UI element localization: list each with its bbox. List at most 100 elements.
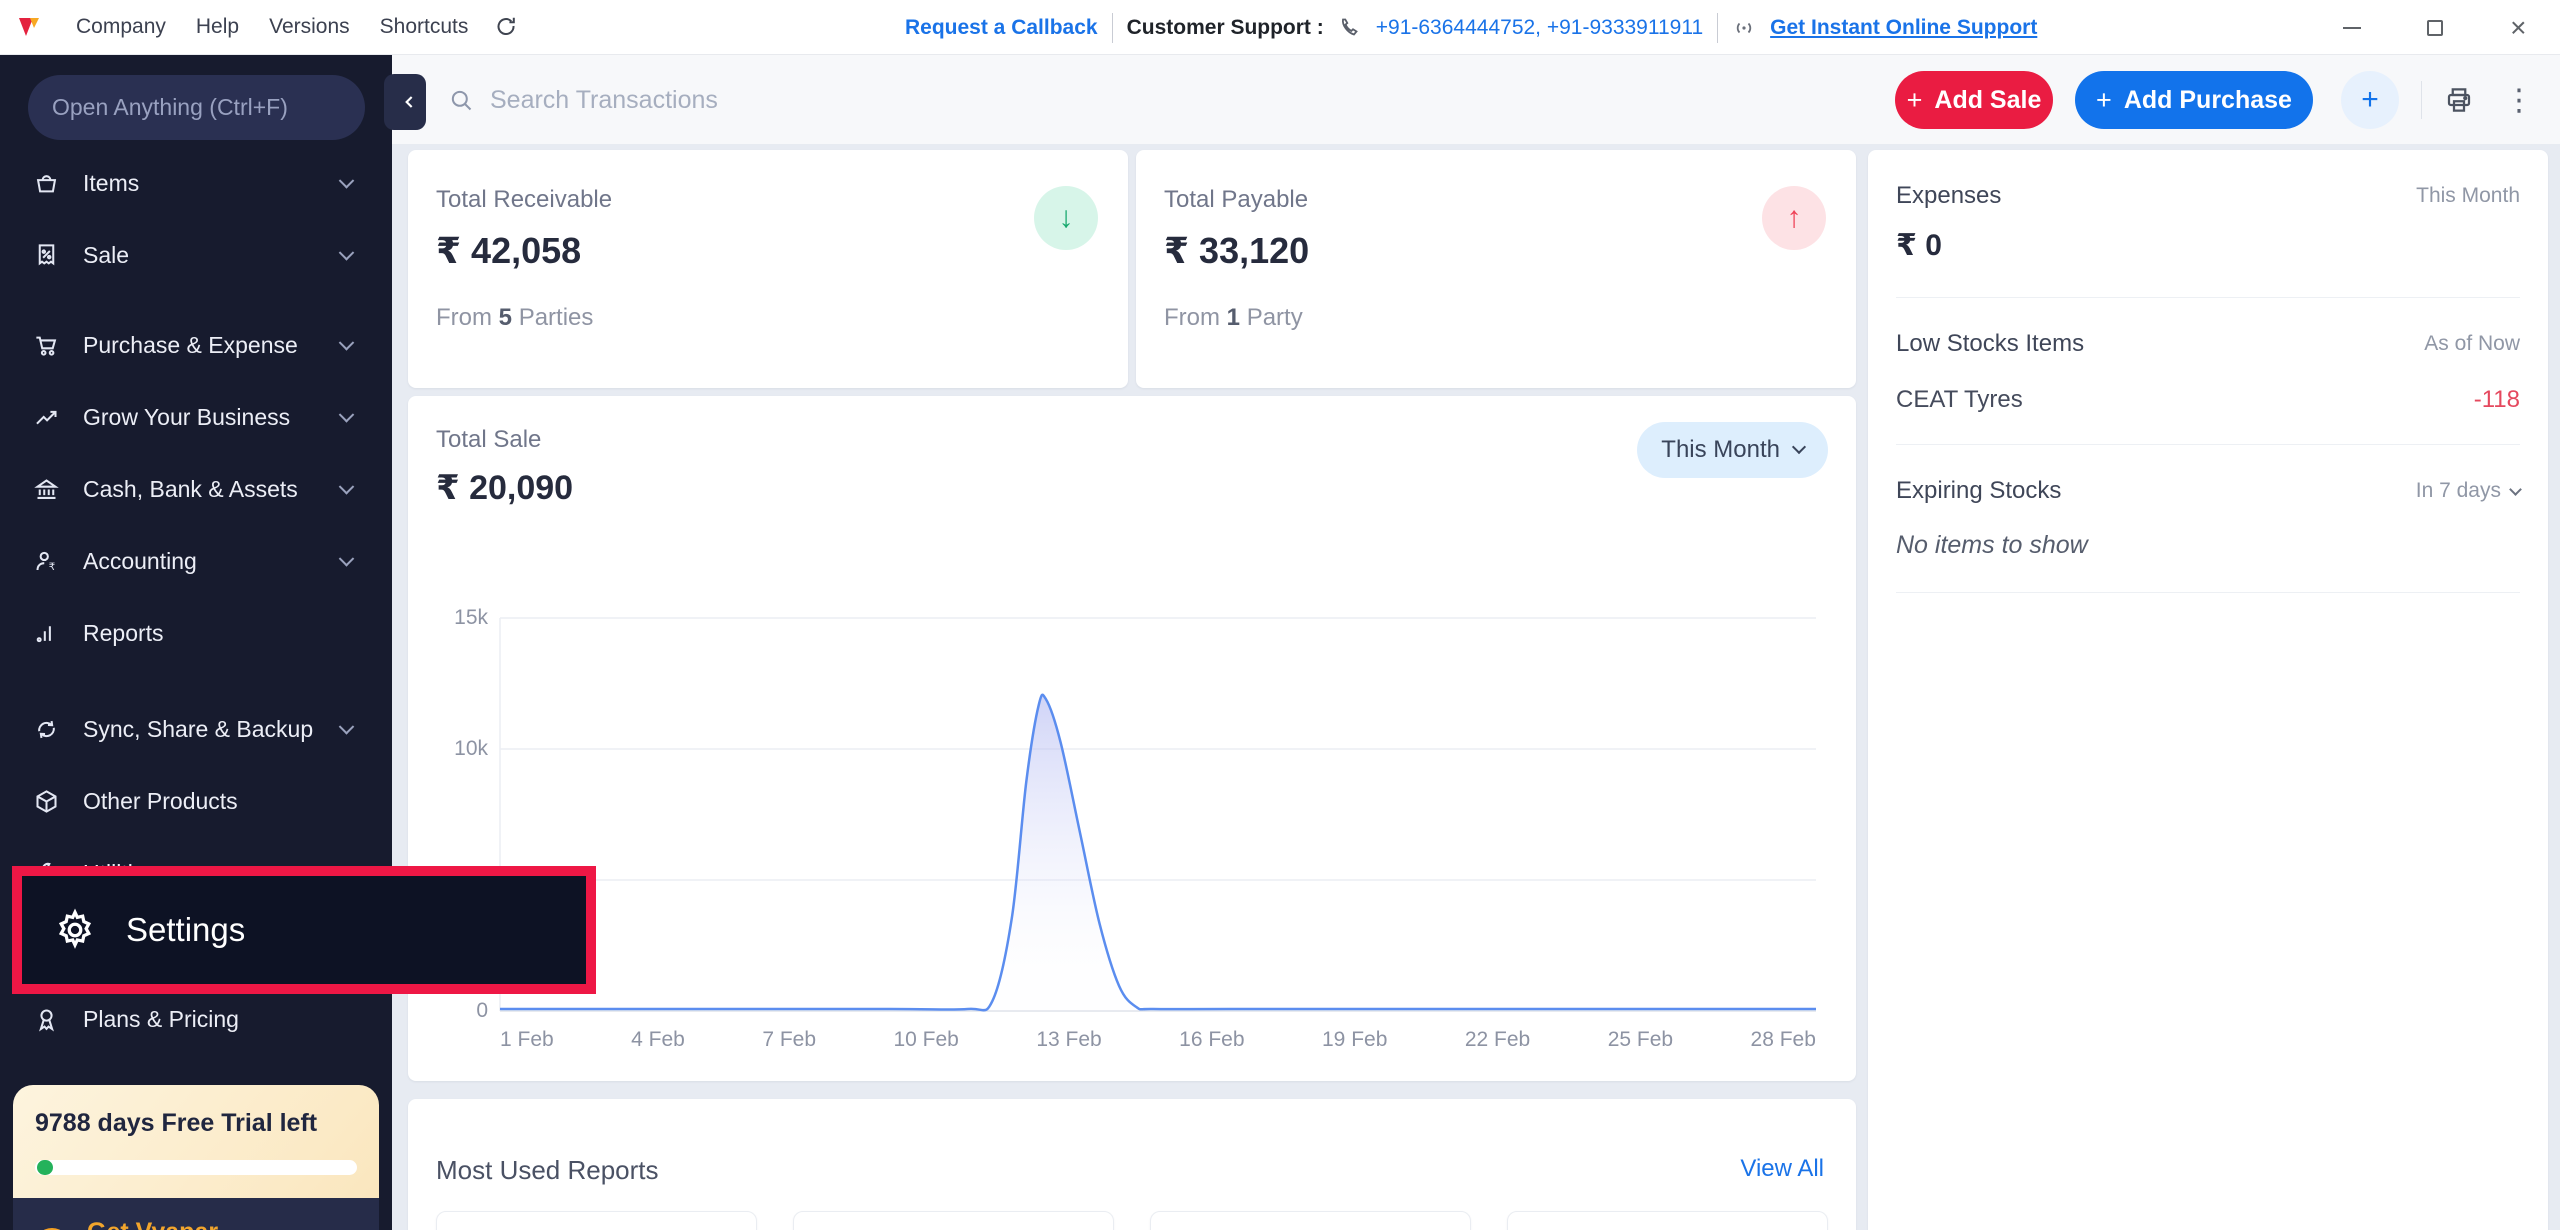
sidebar-nav: Items Sale Purchase & Expense: [0, 147, 392, 909]
most-used-reports-card: Most Used Reports View All: [408, 1099, 1856, 1230]
online-support-link[interactable]: Get Instant Online Support: [1770, 16, 2037, 40]
report-card-placeholder[interactable]: [1507, 1211, 1828, 1230]
divider: [1717, 13, 1718, 43]
maximize-button[interactable]: [2412, 5, 2458, 51]
period-label: This Month: [2416, 184, 2520, 208]
report-shortcuts: [436, 1211, 1828, 1230]
search-icon: [448, 87, 475, 114]
more-options-icon[interactable]: ⋮: [2496, 83, 2542, 118]
sidebar-item-grow-your-business[interactable]: Grow Your Business: [0, 381, 392, 453]
chart-area-fill: [500, 695, 1816, 1011]
total-sale-card: Total Sale ₹ 20,090 This Month: [408, 396, 1856, 1081]
period-selector[interactable]: This Month: [1637, 422, 1828, 478]
close-button[interactable]: ×: [2495, 5, 2541, 51]
x-tick: 25 Feb: [1608, 1028, 1673, 1052]
free-trial-banner: 9788 days Free Trial left Get Vyapar Pre…: [13, 1085, 379, 1230]
sidebar-item-sync-share-backup[interactable]: Sync, Share & Backup: [0, 693, 392, 765]
search-transactions-input[interactable]: [490, 77, 1190, 123]
section-title: Expenses: [1896, 182, 2001, 210]
settings-label: Settings: [126, 911, 245, 949]
x-tick: 7 Feb: [762, 1028, 816, 1052]
chevron-down-icon: [339, 245, 355, 261]
chevron-down-icon: [339, 479, 355, 495]
x-tick: 4 Feb: [631, 1028, 685, 1052]
sidebar-item-reports[interactable]: Reports: [0, 597, 392, 669]
y-tick: 0: [444, 999, 488, 1023]
total-receivable-card[interactable]: Total Receivable ₹ 42,058 From 5 Parties…: [408, 150, 1128, 388]
view-all-link[interactable]: View All: [1740, 1155, 1824, 1183]
plus-icon: +: [1907, 87, 1923, 114]
printer-icon[interactable]: [2444, 85, 2474, 115]
cart-icon: [33, 332, 60, 359]
sidebar-item-accounting[interactable]: ₹ Accounting: [0, 525, 392, 597]
report-card-placeholder[interactable]: [793, 1211, 1114, 1230]
support-phone-numbers[interactable]: +91-6364444752, +91-9333911911: [1376, 16, 1703, 40]
menu-company[interactable]: Company: [76, 15, 166, 39]
request-callback-link[interactable]: Request a Callback: [905, 16, 1098, 40]
gear-icon: [52, 907, 98, 953]
expiring-period-selector[interactable]: In 7 days: [2416, 479, 2520, 503]
refresh-icon[interactable]: [494, 15, 518, 39]
add-sale-button[interactable]: + Add Sale: [1895, 71, 2053, 129]
menu-shortcuts[interactable]: Shortcuts: [380, 15, 469, 39]
sidebar-item-items[interactable]: Items: [0, 147, 392, 219]
sidebar-item-purchase-expense[interactable]: Purchase & Expense: [0, 309, 392, 381]
sidebar-item-settings-highlighted[interactable]: Settings: [12, 866, 596, 994]
chevron-down-icon: [339, 173, 355, 189]
minimize-button[interactable]: [2329, 5, 2375, 51]
right-panel: Expenses This Month ₹ 0 Low Stocks Items…: [1868, 150, 2548, 1230]
chevron-down-icon: [339, 551, 355, 567]
x-tick: 19 Feb: [1322, 1028, 1387, 1052]
trial-progress-fill: [37, 1160, 53, 1175]
chevron-left-icon: [400, 92, 420, 112]
sidebar-item-other-products[interactable]: Other Products: [0, 765, 392, 837]
sidebar-item-label: Accounting: [83, 548, 197, 575]
sidebar-item-cash-bank-assets[interactable]: Cash, Bank & Assets: [0, 453, 392, 525]
arrow-up-icon: ↑: [1762, 186, 1826, 250]
sidebar-item-label: Other Products: [83, 788, 238, 815]
vyapar-logo-icon: [16, 14, 42, 40]
get-premium-button[interactable]: Get Vyapar Premium →: [13, 1198, 379, 1230]
empty-state-text: No items to show: [1896, 531, 2520, 560]
broadcast-icon: [1732, 16, 1756, 40]
card-title: Total Payable: [1164, 186, 1308, 214]
divider: [1896, 592, 2520, 593]
total-sale-amount: ₹ 20,090: [436, 468, 573, 508]
main-area: + Add Sale + Add Purchase + ⋮: [392, 55, 2560, 1230]
report-card-placeholder[interactable]: [436, 1211, 757, 1230]
receivable-parties: From 5 Parties: [436, 304, 593, 332]
growth-arrow-icon: [33, 404, 60, 431]
expenses-section: Expenses This Month ₹ 0: [1868, 150, 2548, 298]
chevron-down-icon: [339, 719, 355, 735]
menu-versions[interactable]: Versions: [269, 15, 350, 39]
report-card-placeholder[interactable]: [1150, 1211, 1471, 1230]
open-anything-search[interactable]: Open Anything (Ctrl+F): [28, 75, 365, 140]
x-tick: 13 Feb: [1036, 1028, 1101, 1052]
payable-amount: ₹ 33,120: [1164, 230, 1309, 272]
y-tick: 15k: [444, 606, 488, 630]
basket-icon: [33, 170, 60, 197]
sidebar-collapse-button[interactable]: [384, 74, 426, 130]
accounting-person-icon: ₹: [33, 548, 60, 575]
phone-icon: [1338, 16, 1362, 40]
menu-help[interactable]: Help: [196, 15, 239, 39]
sidebar-item-label: Plans & Pricing: [83, 1006, 239, 1033]
add-purchase-button[interactable]: + Add Purchase: [2075, 71, 2313, 129]
chevron-down-icon: [339, 407, 355, 423]
medal-icon: [33, 1006, 60, 1033]
y-tick: 10k: [444, 737, 488, 761]
total-payable-card[interactable]: Total Payable ₹ 33,120 From 1 Party ↑: [1136, 150, 1856, 388]
period-label: As of Now: [2424, 332, 2520, 356]
window-controls: ×: [2310, 0, 2560, 55]
chevron-down-icon: [1792, 440, 1806, 454]
x-tick: 10 Feb: [893, 1028, 958, 1052]
quick-add-button[interactable]: +: [2341, 71, 2399, 129]
plus-icon: +: [2096, 87, 2112, 114]
expenses-amount: ₹ 0: [1896, 228, 2520, 263]
x-tick: 22 Feb: [1465, 1028, 1530, 1052]
sync-icon: [33, 716, 60, 743]
sidebar-item-label: Sale: [83, 242, 129, 269]
low-stock-item[interactable]: CEAT Tyres -118: [1896, 386, 2520, 414]
card-title: Total Sale: [436, 426, 541, 454]
sidebar-item-sale[interactable]: Sale: [0, 219, 392, 291]
